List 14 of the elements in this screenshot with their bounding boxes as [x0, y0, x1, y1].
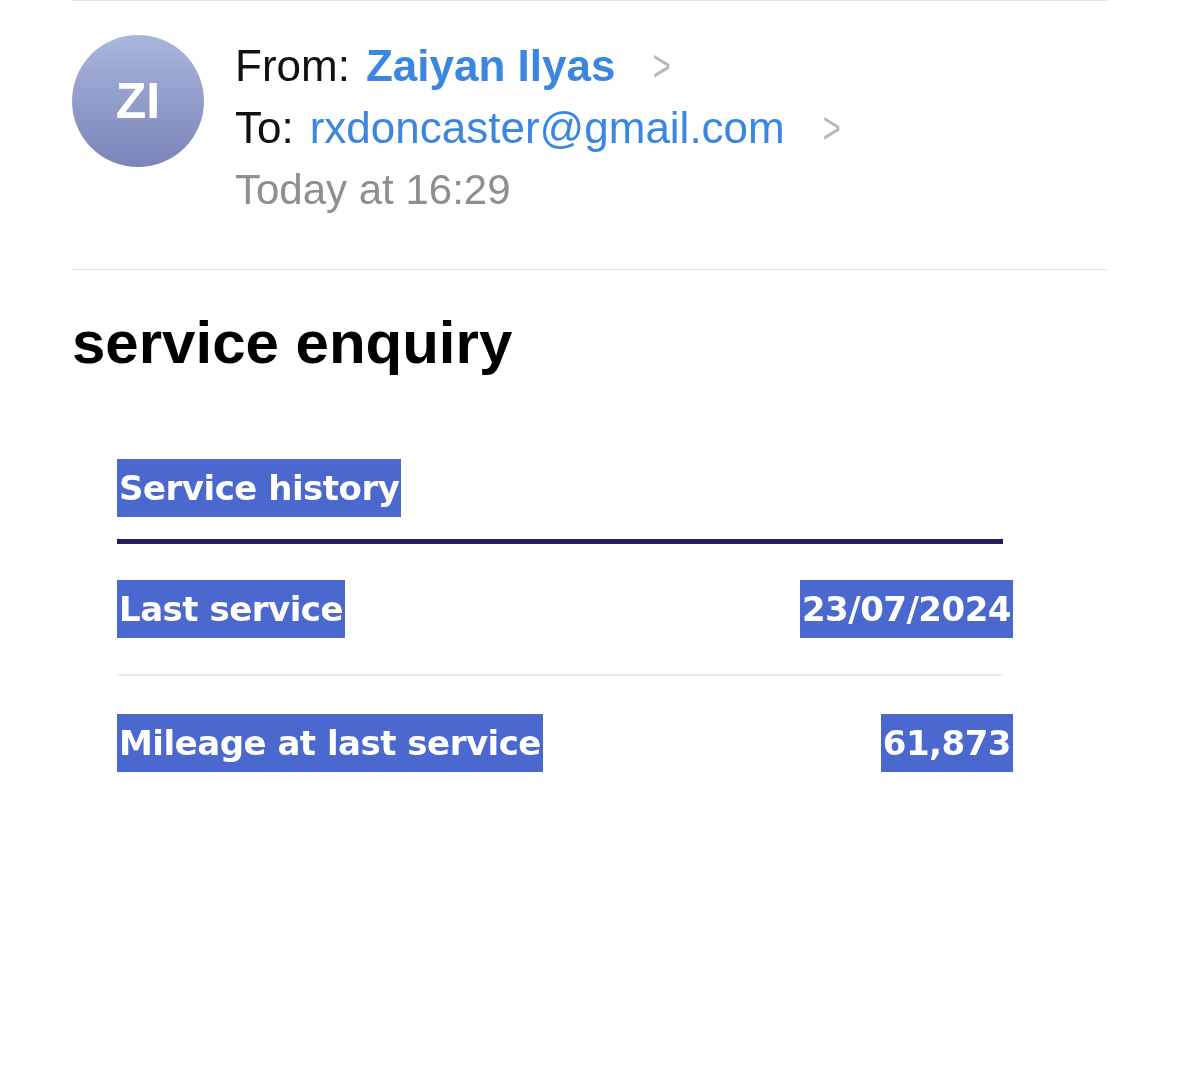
row-label: Mileage at last service: [117, 714, 543, 772]
row-value: 23/07/2024: [799, 580, 1013, 638]
subject-title: service enquiry: [72, 308, 514, 377]
row-value: 61,873: [880, 714, 1013, 772]
sender-link[interactable]: Zaiyan Ilyas: [365, 41, 616, 91]
chevron-icon[interactable]: >: [822, 103, 841, 153]
timestamp: Today at 16:29: [235, 166, 511, 214]
from-label: From:: [235, 41, 350, 91]
section-title: Service history: [117, 459, 402, 517]
recipient-link[interactable]: rxdoncaster@gmail.com: [309, 103, 785, 153]
avatar: ZI: [72, 35, 204, 167]
to-label: To:: [235, 103, 294, 153]
chevron-icon[interactable]: >: [653, 41, 672, 91]
row-label: Last service: [117, 580, 346, 638]
